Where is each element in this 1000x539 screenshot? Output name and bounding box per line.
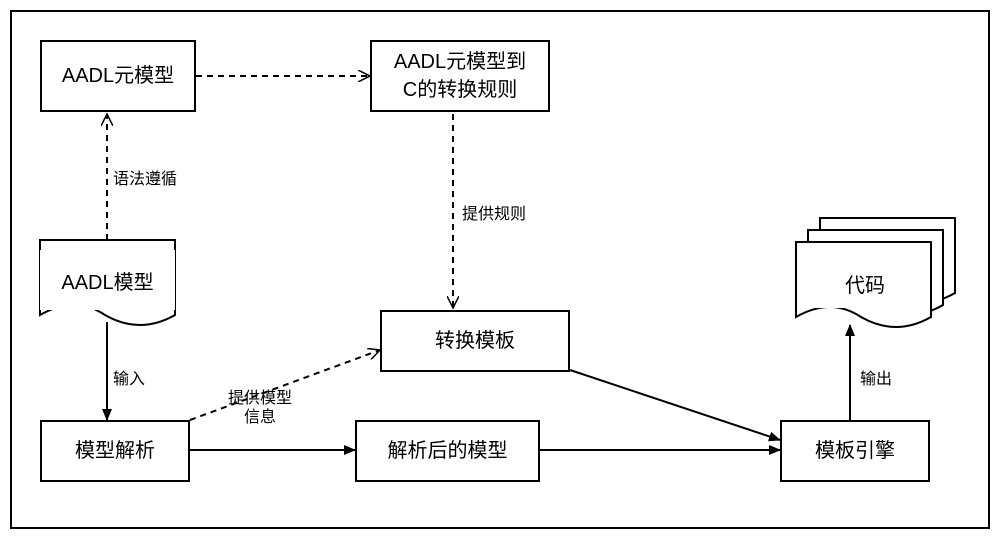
node-aadl-model: AADL模型 [40,250,175,310]
label-text: 提供模型 信息 [228,390,292,426]
node-label: 模板引擎 [815,437,895,465]
node-conversion-rules: AADL元模型到 C的转换规则 [370,40,550,112]
node-label: AADL模型 [61,266,153,295]
node-label: 模型解析 [75,437,155,465]
edge-label-output: 输出 [860,365,892,389]
edge-label-input: 输入 [113,365,145,389]
node-code-output: 代码 [805,258,925,308]
label-text: 提供规则 [462,206,526,223]
label-text: 语法遵循 [113,171,177,188]
edge-label-provide-rules: 提供规则 [462,200,526,224]
node-label: 代码 [845,269,885,298]
label-text: 输入 [113,371,145,388]
node-template-engine: 模板引擎 [780,420,930,482]
edge-label-syntax: 语法遵循 [113,165,177,189]
edge-label-provide-model-info: 提供模型 信息 [228,370,292,428]
node-conversion-template: 转换模板 [380,310,570,372]
label-text: 输出 [860,371,892,388]
node-label: AADL元模型 [62,62,174,90]
node-aadl-metamodel: AADL元模型 [40,40,196,112]
node-label: 解析后的模型 [388,437,508,465]
node-label: AADL元模型到 C的转换规则 [394,48,526,104]
node-parsed-model: 解析后的模型 [355,420,540,482]
node-label: 转换模板 [435,327,515,355]
node-model-parse: 模型解析 [40,420,190,482]
